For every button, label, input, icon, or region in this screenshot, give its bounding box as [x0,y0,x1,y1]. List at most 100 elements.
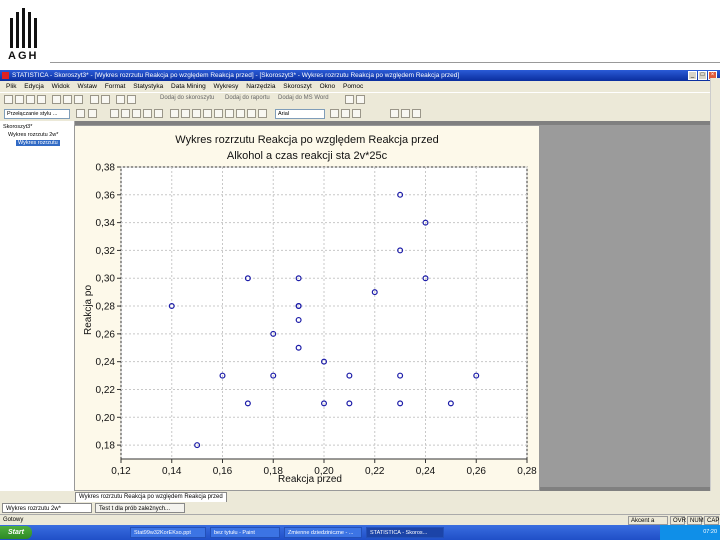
copy-icon[interactable] [63,95,72,104]
x-tick-label: 0,16 [213,466,233,477]
graph-tool-icon[interactable] [258,109,267,118]
menu-item-format[interactable]: Format [105,83,126,90]
graph-tool-icon[interactable] [132,109,141,118]
taskbar-ppt[interactable]: Stat99w32KorEKso.ppt [130,527,206,538]
save-icon[interactable] [26,95,35,104]
chart-subtitle: Alkohol a czas reakcji sta 2v*25c [227,150,388,162]
font-select[interactable]: Arial [275,109,325,119]
toolbar-action-icon[interactable] [356,95,365,104]
paste-icon[interactable] [74,95,83,104]
document-taskbar: Wykres rozrzutu 2w* Test t dla prób zale… [0,502,720,514]
graph-tool-icon[interactable] [247,109,256,118]
y-tick-label: 0,22 [96,385,116,396]
italic-icon[interactable] [341,109,350,118]
doc-button-scatter[interactable]: Wykres rozrzutu 2w* [2,503,92,513]
plot-area: 0,12 0,14 0,16 0,18 0,20 0,22 0,24 0,26 0,280,18… [96,163,538,478]
menu-item-edycja[interactable]: Edycja [24,83,44,90]
y-tick-label: 0,24 [96,357,116,368]
menu-item-pomoc[interactable]: Pomoc [343,83,363,90]
graph-toolbar: Przełączanie stylu ... Arial [0,107,720,122]
menu-item-widok[interactable]: Widok [52,83,70,90]
graph-tool-icon[interactable] [181,109,190,118]
empty-workspace-panel [540,125,710,487]
y-tick-label: 0,30 [96,274,116,285]
x-tick-label: 0,28 [517,466,537,477]
help-icon[interactable] [127,95,136,104]
align-left-icon[interactable] [390,109,399,118]
menu-item-okno[interactable]: Okno [320,83,336,90]
start-button[interactable]: Start [0,526,32,539]
vertical-scrollbar[interactable] [710,78,720,491]
x-tick-label: 0,12 [111,466,131,477]
x-tick-label: 0,24 [416,466,436,477]
statistica-app-icon [2,72,9,79]
menu-item-wstaw[interactable]: Wstaw [78,83,98,90]
taskbar-paint[interactable]: bez tytułu - Paint [210,527,280,538]
menu-item-statystyka[interactable]: Statystyka [133,83,163,90]
graph-tool-icon[interactable] [192,109,201,118]
redo-icon[interactable] [101,95,110,104]
tree-folder[interactable]: Wykres rozrzutu 2w* [8,132,58,138]
graph-tool-icon[interactable] [121,109,130,118]
print-icon[interactable] [37,95,46,104]
undo-icon[interactable] [90,95,99,104]
underline-icon[interactable] [352,109,361,118]
graph-tool-icon[interactable] [154,109,163,118]
graph-tool-icon[interactable] [170,109,179,118]
graph-tool-icon[interactable] [236,109,245,118]
add-to-report-combo[interactable]: Dodaj do raportu [225,95,270,101]
header-divider [50,62,720,63]
doc-button-ttest[interactable]: Test t dla prób zależnych... [95,503,185,513]
new-icon[interactable] [4,95,13,104]
align-right-icon[interactable] [412,109,421,118]
menu-item-skoroszyt[interactable]: Skoroszyt [283,83,312,90]
x-tick-label: 0,14 [162,466,182,477]
chart-title: Wykres rozrzutu Reakcja po względem Reak… [175,134,438,146]
status-variable: Akcent a czas [628,516,668,533]
tree-root[interactable]: Skoroszyt3* [3,124,32,130]
system-tray: 07:20 [660,525,720,540]
open-icon[interactable] [15,95,24,104]
bold-icon[interactable] [330,109,339,118]
taskbar-statistica[interactable]: STATISTICA - Skoros... [366,527,444,538]
pointer-icon[interactable] [88,109,97,118]
style-select[interactable]: Przełączanie stylu ... [4,109,70,119]
cut-icon[interactable] [52,95,61,104]
os-taskbar: Start Stat99w32KorEKso.ppt bez tytułu - … [0,525,720,540]
x-tick-label: 0,22 [365,466,385,477]
y-tick-label: 0,32 [96,246,116,257]
minimize-button[interactable]: _ [688,71,697,80]
window-titlebar[interactable]: STATISTICA - Skoroszyt3* - [Wykres rozrz… [0,70,720,81]
add-to-word-combo[interactable]: Dodaj do MS Word [278,95,329,101]
tree-leaf-selected[interactable]: Wykres rozrzutu [16,140,60,146]
align-center-icon[interactable] [401,109,410,118]
y-tick-label: 0,38 [96,163,116,174]
add-to-workbook-combo[interactable]: Dodaj do skoroszytu [160,95,214,101]
x-tick-label: 0,26 [467,466,487,477]
status-ovr: OVR [670,516,686,525]
maximize-button[interactable]: □ [698,71,707,80]
clock: 07:20 [703,529,717,535]
status-cap: CAP [704,516,719,525]
graph-tool-icon[interactable] [214,109,223,118]
standard-toolbar: Dodaj do skoroszytu Dodaj do raportu Dod… [0,93,720,108]
graph-tool-icon[interactable] [110,109,119,118]
zoom-icon[interactable] [76,109,85,118]
menu-bar: Plik Edycja Widok Wstaw Format Statystyk… [0,81,720,92]
logo-text: AGH [8,50,39,62]
menu-item-narzedzia[interactable]: Narzędzia [246,83,275,90]
graph-tool-icon[interactable] [203,109,212,118]
find-icon[interactable] [116,95,125,104]
graph-tool-icon[interactable] [143,109,152,118]
scatter-chart: Wykres rozrzutu Reakcja po względem Reak… [83,134,538,485]
y-tick-label: 0,28 [96,302,116,313]
y-tick-label: 0,34 [96,218,116,229]
menu-item-data-mining[interactable]: Data Mining [171,83,206,90]
y-tick-label: 0,18 [96,441,116,452]
y-axis-label: Reakcja po [83,285,94,335]
taskbar-doc[interactable]: Zmienne dziedziniczne - ... [284,527,362,538]
menu-item-wykresy[interactable]: Wykresy [214,83,239,90]
menu-item-plik[interactable]: Plik [6,83,16,90]
graph-tool-icon[interactable] [225,109,234,118]
toolbar-action-icon[interactable] [345,95,354,104]
